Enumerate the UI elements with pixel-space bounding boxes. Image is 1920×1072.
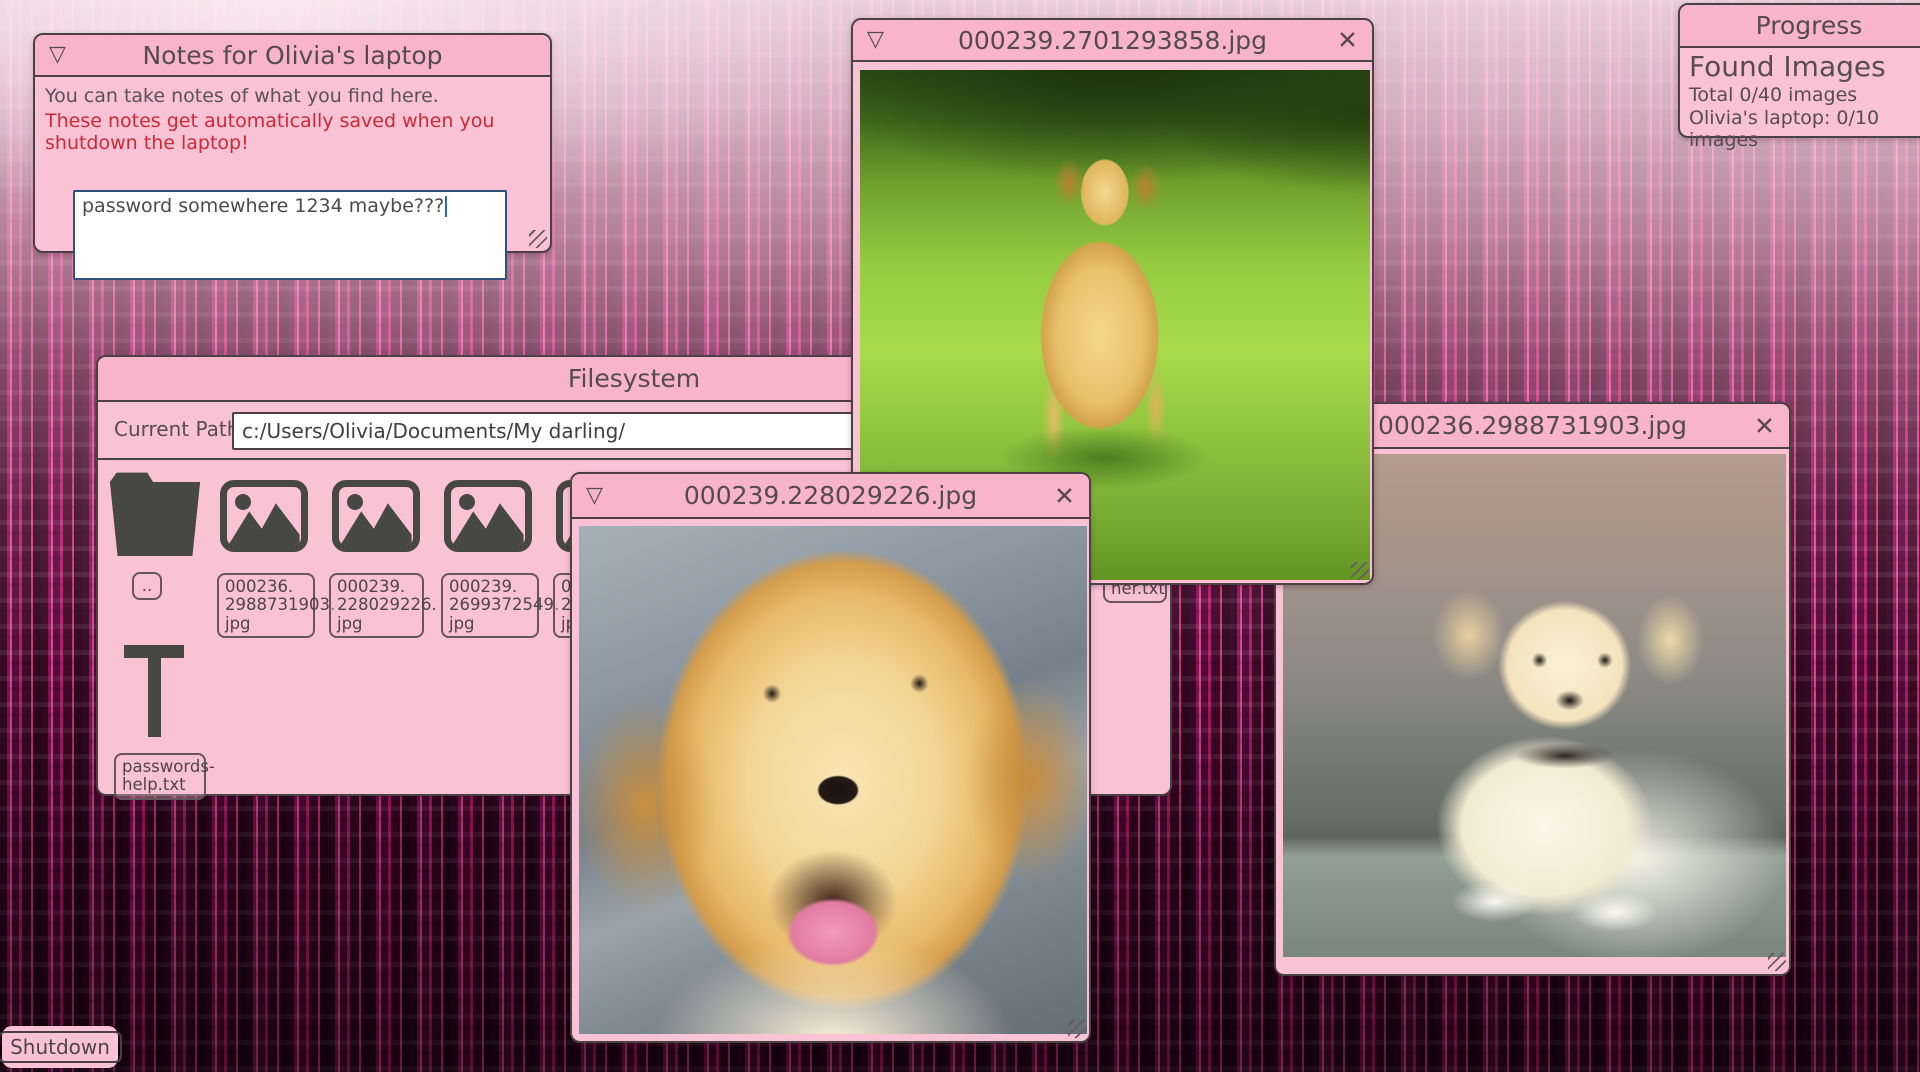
file-label-line: jpg (225, 615, 307, 633)
file-label-line: 000239. (337, 578, 416, 596)
close-icon[interactable]: ✕ (1754, 413, 1775, 438)
file-label-line: jpg (449, 615, 531, 633)
notes-window: ▽ Notes for Olivia's laptop You can take… (33, 33, 552, 253)
total-images-count: Total 0/40 images (1689, 84, 1920, 106)
file-label[interactable]: 000236. 2988731903. jpg (217, 573, 315, 638)
image-icon-dot (235, 494, 251, 510)
notes-body: You can take notes of what you find here… (35, 77, 550, 155)
photo-golden-puppy-closeup (579, 526, 1087, 1034)
file-label-line: 228029226. (337, 596, 416, 614)
desktop: Filesystem Current Path: c:/Users/Olivia… (0, 0, 1920, 1072)
image-file-icon[interactable] (332, 480, 420, 552)
file-label[interactable]: passwords- help.txt (114, 753, 206, 800)
text-file-icon[interactable] (124, 645, 184, 737)
close-icon[interactable]: ✕ (1337, 28, 1358, 53)
shutdown-button[interactable]: Shutdown (0, 1031, 122, 1063)
image-icon-dot (459, 494, 475, 510)
image-window-titlebar[interactable]: ▽ 000239.228029226.jpg ✕ (572, 474, 1089, 519)
file-label-line: 000236. (225, 578, 307, 596)
progress-title: Progress (1680, 11, 1920, 40)
close-icon[interactable]: ✕ (1054, 483, 1075, 508)
file-label[interactable]: 000239. 228029226. jpg (329, 573, 424, 638)
resize-grip[interactable] (1351, 562, 1369, 580)
image-icon-dot (347, 494, 363, 510)
file-label-line: help.txt (122, 776, 198, 794)
notes-info-text: You can take notes of what you find here… (45, 85, 540, 107)
text-caret (445, 196, 447, 217)
file-label-line: passwords- (122, 758, 198, 776)
progress-window: Progress Found Images Total 0/40 images … (1678, 3, 1920, 138)
notes-textarea[interactable]: password somewhere 1234 maybe??? (73, 190, 507, 280)
text-icon-stem (148, 645, 161, 737)
current-path-value: c:/Users/Olivia/Documents/My darling/ (242, 419, 625, 443)
image-window-title: 000239.228029226.jpg (572, 481, 1089, 510)
notes-title: Notes for Olivia's laptop (35, 41, 550, 70)
file-label-line: 2699372549. (449, 596, 531, 614)
resize-grip[interactable] (529, 230, 547, 248)
image-window-title: 000239.2701293858.jpg (853, 26, 1372, 55)
notes-warning-text: These notes get automatically saved when… (45, 111, 526, 155)
file-label-line: 2988731903. (225, 596, 307, 614)
image-file-icon[interactable] (444, 480, 532, 552)
current-path-label: Current Path: (114, 417, 246, 441)
progress-titlebar[interactable]: Progress (1680, 5, 1920, 48)
resize-grip[interactable] (1068, 1020, 1086, 1038)
file-label[interactable]: 000239. 2699372549. jpg (441, 573, 539, 638)
notes-titlebar[interactable]: ▽ Notes for Olivia's laptop (35, 35, 550, 77)
file-label-line: .. (140, 577, 154, 595)
folder-up-icon[interactable] (107, 470, 203, 556)
file-label-line: jpg (337, 615, 416, 633)
file-label-line: 000239. (449, 578, 531, 596)
resize-grip[interactable] (1768, 953, 1786, 971)
found-images-heading: Found Images (1689, 50, 1920, 83)
folder-up-label[interactable]: .. (132, 572, 162, 600)
image-window-titlebar[interactable]: ▽ 000239.2701293858.jpg ✕ (853, 20, 1372, 62)
shutdown-panel: Shutdown (2, 1026, 118, 1068)
image-file-icon[interactable] (220, 480, 308, 552)
laptop-images-count: Olivia's laptop: 0/10 images (1689, 107, 1920, 151)
notes-text-value: password somewhere 1234 maybe??? (82, 195, 444, 217)
image-window-000239-228029226: ▽ 000239.228029226.jpg ✕ (570, 472, 1091, 1043)
